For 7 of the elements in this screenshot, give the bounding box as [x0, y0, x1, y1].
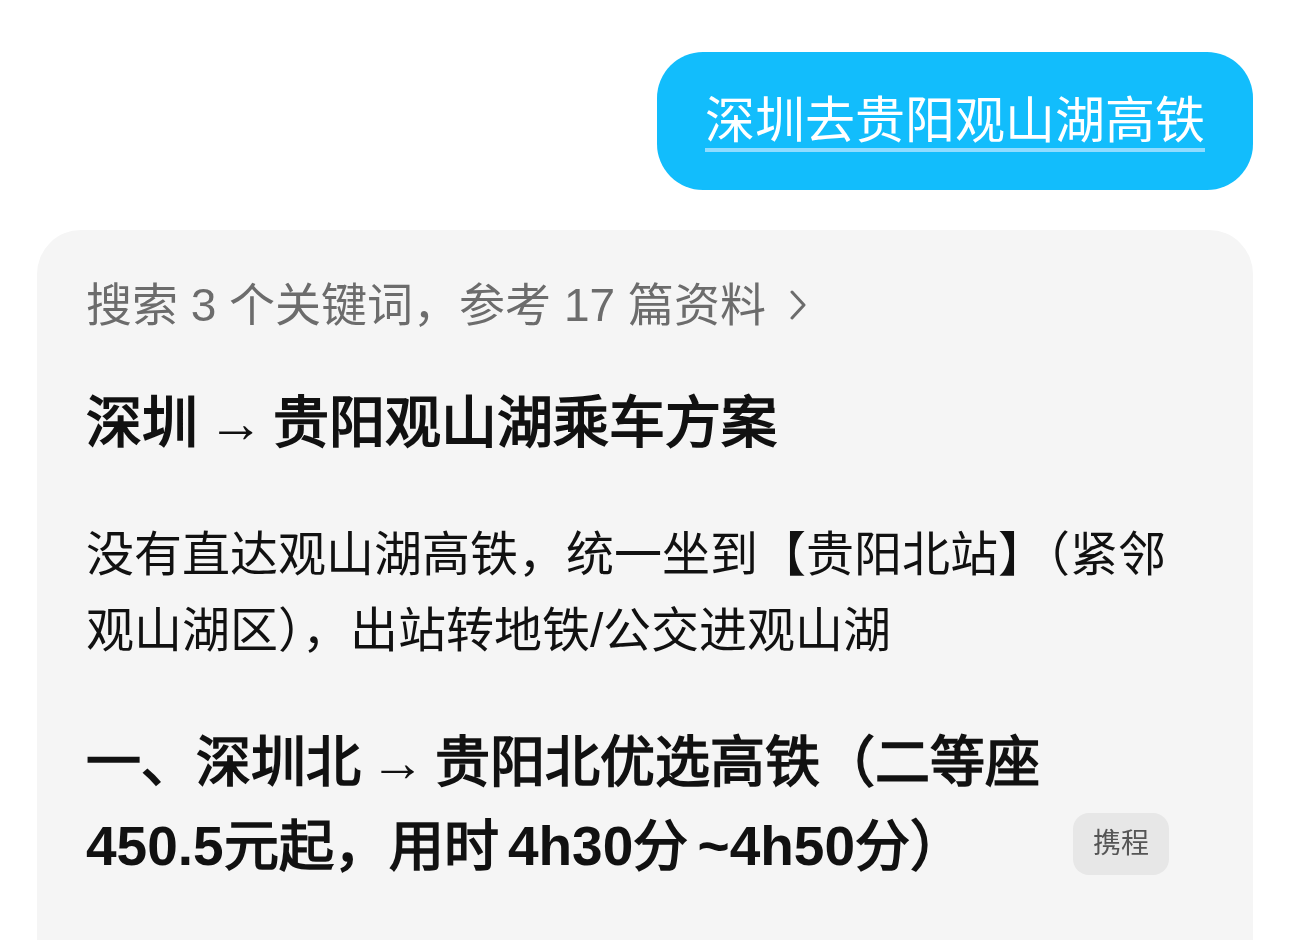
intro-paragraph: 没有直达观山湖高铁，统一坐到【贵阳北站】（紧邻观山湖区），出站转地铁/公交进观山湖 — [86, 527, 1167, 659]
response-title: 深圳 → 贵阳观山湖乘车方案 — [86, 390, 779, 456]
user-message-text: 深圳去贵阳观山湖高铁 — [705, 92, 1205, 151]
chevron-right-icon — [789, 290, 806, 320]
section-heading: 一、深圳北 → 贵阳北优选高铁（二等座 450.5元起，用时 4h30分 ~4h50分） — [86, 730, 1041, 879]
source-badge[interactable]: 携程 — [1073, 813, 1169, 875]
search-summary-link[interactable]: 搜索 3 个关键词，参考 17 篇资料 — [86, 275, 806, 335]
